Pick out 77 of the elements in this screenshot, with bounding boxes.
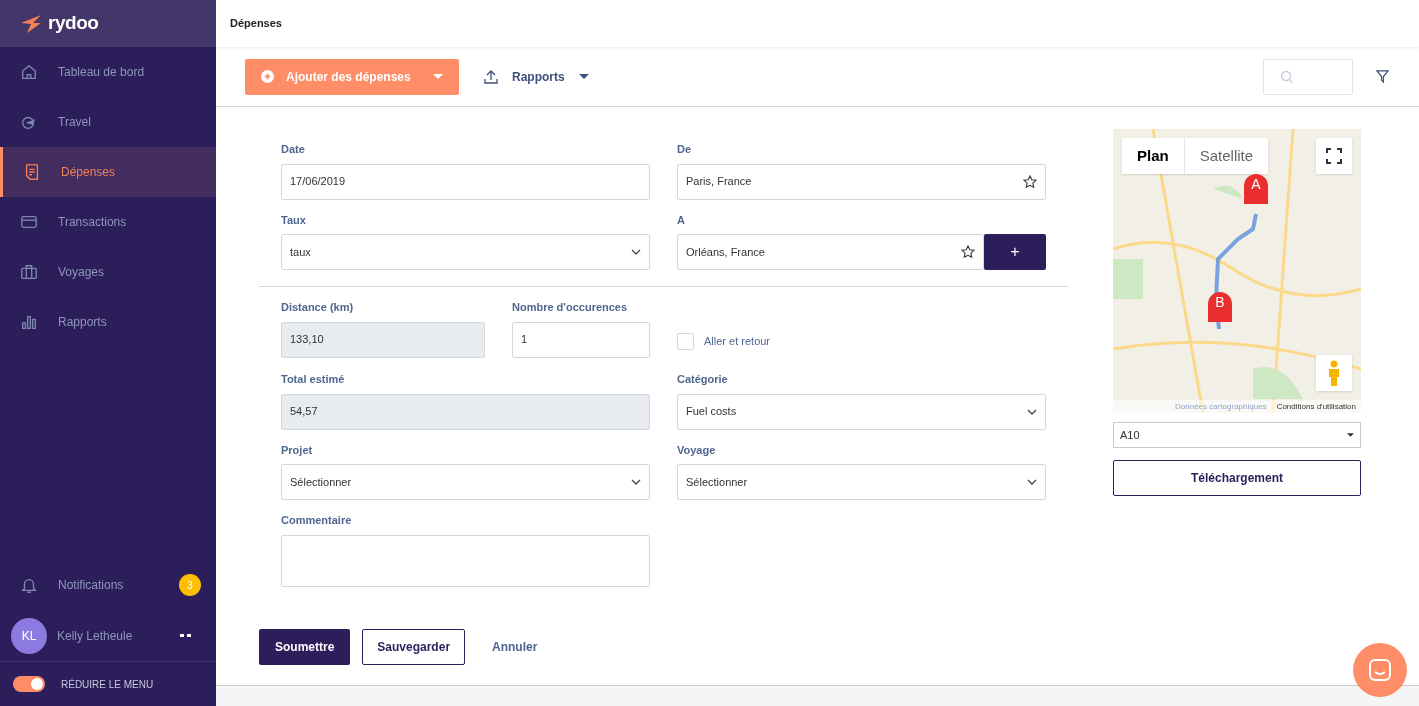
chevron-down-icon bbox=[631, 249, 641, 255]
sidebar-item[interactable]: Voyages bbox=[0, 247, 216, 297]
input-field[interactable]: Orléans, France bbox=[677, 234, 984, 270]
save-button[interactable]: Sauvegarder bbox=[362, 628, 466, 665]
reports-button[interactable]: Rapports bbox=[484, 58, 589, 95]
plus-circle-icon bbox=[261, 70, 274, 83]
chat-button[interactable] bbox=[1353, 643, 1407, 697]
route-select[interactable]: A10 bbox=[1113, 422, 1361, 448]
filter-icon bbox=[1376, 70, 1389, 83]
caret-icon bbox=[1347, 433, 1354, 437]
submit-button[interactable]: Soumettre bbox=[259, 628, 351, 665]
chat-icon bbox=[1368, 658, 1392, 682]
fullscreen-icon bbox=[1326, 148, 1342, 164]
chevron-down-icon bbox=[631, 479, 641, 485]
field-label: Total estimé bbox=[281, 372, 346, 387]
field-label: De bbox=[677, 142, 693, 157]
select-field[interactable]: Fuel costs bbox=[677, 393, 1046, 430]
input-field[interactable]: 17/06/2019 bbox=[281, 163, 650, 200]
input-field[interactable]: 133,10 bbox=[281, 321, 485, 358]
field-label: Projet bbox=[281, 442, 314, 458]
document-icon bbox=[23, 162, 41, 182]
logo-icon bbox=[20, 13, 42, 34]
star-icon bbox=[1023, 174, 1037, 189]
round-trip-checkbox[interactable]: Aller et retour bbox=[677, 323, 1046, 359]
caret-icon bbox=[578, 73, 589, 80]
cancel-link[interactable]: Annuler bbox=[477, 628, 553, 665]
caret-icon bbox=[433, 73, 443, 80]
sidebar-item[interactable]: Transactions bbox=[0, 197, 216, 247]
briefcase-icon bbox=[20, 262, 38, 282]
sidebar-item[interactable]: Dépenses bbox=[0, 147, 216, 197]
notification-count: 3 bbox=[179, 574, 201, 596]
comment-field[interactable] bbox=[281, 534, 650, 587]
map-attribution: Données cartographiques bbox=[1175, 400, 1267, 413]
more-icon bbox=[180, 633, 192, 638]
avatar: KL bbox=[11, 617, 47, 654]
map-pin: A bbox=[1244, 174, 1268, 204]
chevron-down-icon bbox=[1027, 479, 1037, 485]
page-title: Dépenses bbox=[230, 16, 282, 32]
input-field[interactable]: 1 bbox=[512, 321, 650, 358]
field-label: A bbox=[677, 212, 686, 228]
street-view-button[interactable] bbox=[1316, 355, 1352, 391]
field-label: Date bbox=[281, 142, 306, 157]
search-field[interactable] bbox=[1263, 58, 1353, 95]
field-label: Distance (km) bbox=[281, 300, 355, 315]
collapse-label: RÉDUIRE LE MENU bbox=[61, 677, 154, 692]
field-label: Catégorie bbox=[677, 372, 729, 387]
download-button[interactable]: Téléchargement bbox=[1113, 460, 1361, 496]
input-field[interactable]: Paris, France bbox=[677, 163, 1046, 200]
user-name: Kelly Letheule bbox=[57, 627, 134, 645]
terms-link[interactable]: Conditions d'utilisation bbox=[1276, 400, 1356, 413]
input-field[interactable]: 54,57 bbox=[281, 393, 650, 430]
sidebar-item[interactable]: Rapports bbox=[0, 297, 216, 347]
notifications-item[interactable]: Notifications 3 bbox=[0, 560, 216, 610]
field-label: Voyage bbox=[677, 442, 717, 458]
fullscreen-button[interactable] bbox=[1316, 138, 1352, 174]
person-icon bbox=[1328, 360, 1340, 386]
sidebar-item[interactable]: Travel bbox=[0, 97, 216, 147]
upload-icon bbox=[484, 69, 498, 84]
filter-button[interactable] bbox=[1376, 70, 1389, 83]
collapse-toggle[interactable] bbox=[13, 676, 45, 692]
star-icon bbox=[961, 245, 975, 259]
add-button[interactable]: + bbox=[984, 234, 1046, 270]
map-type-tab[interactable]: Plan bbox=[1122, 138, 1184, 174]
select-field[interactable]: Sélectionner bbox=[677, 464, 1046, 500]
search-icon bbox=[1280, 69, 1294, 84]
select-field[interactable]: taux bbox=[281, 234, 650, 270]
field-label: Nombre d'occurences bbox=[512, 300, 629, 315]
sidebar-item[interactable]: Tableau de bord bbox=[0, 47, 216, 97]
map-pin: B bbox=[1208, 292, 1232, 322]
house-icon bbox=[20, 62, 38, 82]
field-label: Taux bbox=[281, 212, 307, 228]
map-view[interactable]: Plan Satellite A B Données cartographiques Conditions d'utilisation bbox=[1113, 129, 1361, 413]
map-type-tab[interactable]: Satellite bbox=[1183, 138, 1269, 174]
brand-name: rydoo bbox=[48, 11, 99, 36]
chevron-down-icon bbox=[1027, 408, 1037, 415]
field-label: Commentaire bbox=[281, 513, 353, 528]
select-field[interactable]: Sélectionner bbox=[281, 464, 650, 500]
